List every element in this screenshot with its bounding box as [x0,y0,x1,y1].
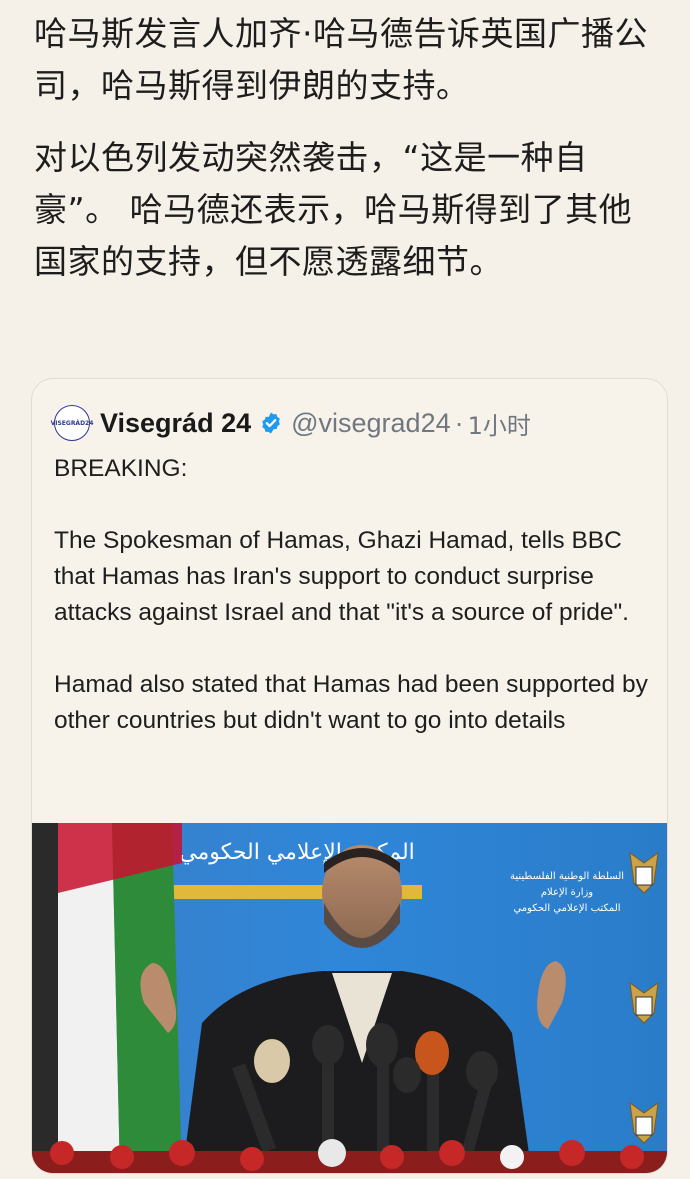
display-name[interactable]: Visegrád 24 [100,408,251,439]
separator-dot: · [454,407,464,438]
backdrop-side-text-3: المكتب الإعلامي الحكومي [513,903,620,914]
post-paragraph-2: 对以色列发动突然袭击，“这是一种自豪”。 哈马德还表示，哈马斯得到了其他国家的支… [34,138,633,281]
quoted-tweet-card[interactable]: VISEGRÁD24 Visegrád 24 @visegrad24 · 1小时… [31,378,668,1174]
tweet-paragraph-3: Hamad also stated that Hamas had been su… [54,671,648,734]
avatar-logo-text: VISEGRÁD24 [50,419,94,427]
post-text: 哈马斯发言人加齐·哈马德告诉英国广播公司，哈马斯得到伊朗的支持。 对以色列发动突… [34,8,664,288]
tweet-paragraph-2: The Spokesman of Hamas, Ghazi Hamad, tel… [54,527,629,626]
post-paragraph-1: 哈马斯发言人加齐·哈马德告诉英国广播公司，哈马斯得到伊朗的支持。 [34,14,648,105]
backdrop-side-text-1: السلطة الوطنية الفلسطينية [510,871,624,882]
avatar[interactable]: VISEGRÁD24 [51,405,93,441]
handle[interactable]: @visegrad24 [291,408,451,439]
tweet-photo[interactable]: المكتب الإعلامي الحكومي السلطة الوطنية ا… [32,823,668,1174]
quoted-tweet-header: VISEGRÁD24 Visegrád 24 @visegrad24 · 1小时 [51,399,531,447]
timestamp[interactable]: 1小时 [468,406,531,441]
verified-badge-icon [262,412,281,434]
quoted-tweet-body: BREAKING: The Spokesman of Hamas, Ghazi … [54,451,654,739]
backdrop-side-text-2: وزارة الإعلام [541,887,593,898]
tweet-paragraph-1: BREAKING: [54,455,188,482]
